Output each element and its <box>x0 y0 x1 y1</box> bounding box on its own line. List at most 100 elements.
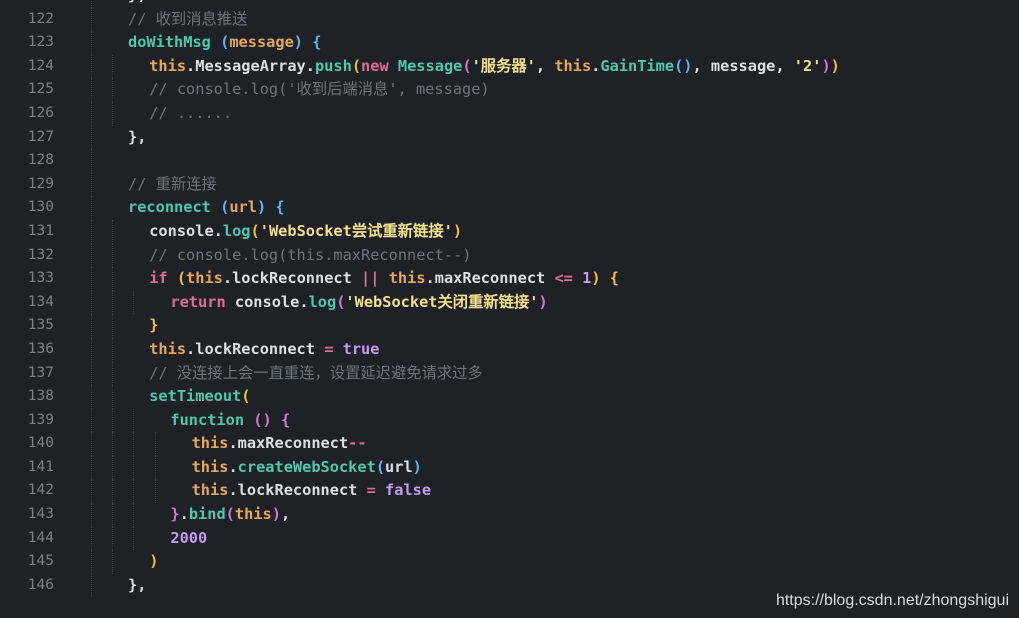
code-line[interactable]: 139 function () { <box>0 408 1019 433</box>
line-number: 127 <box>27 128 54 145</box>
token-b1: ) <box>591 269 601 288</box>
indent-guide <box>112 290 114 315</box>
indent-guide <box>91 408 92 433</box>
indent-guide <box>91 125 92 150</box>
token-pl: .MessageArray. <box>186 56 315 75</box>
line-number: 133 <box>27 270 54 287</box>
code-line[interactable]: 130 reconnect (url) { <box>0 196 1019 220</box>
watermark: https://blog.csdn.net/zhongshigui <box>775 592 1009 609</box>
code-line[interactable]: 132 // console.log(this.maxReconnect--) <box>0 243 1019 268</box>
code-text: setTimeout( <box>149 385 250 409</box>
code-line[interactable]: 145) <box>0 550 1019 574</box>
token-com: // ...... <box>149 103 233 122</box>
indent-guide <box>91 479 92 504</box>
token-com: // 收到消息推送 <box>128 9 248 28</box>
token-this: this <box>149 339 187 358</box>
indent-guide <box>133 526 135 551</box>
indent-guide <box>133 503 135 527</box>
indent-guide <box>112 361 114 386</box>
indent-guide <box>112 526 114 551</box>
indent-guide <box>112 503 114 527</box>
indent-guide <box>112 432 114 456</box>
code-line[interactable]: 129 // 重新连接 <box>0 172 1019 197</box>
code-line[interactable]: 131 console.log('WebSocket尝试重新链接') <box>0 219 1019 244</box>
code-line[interactable]: 125 // console.log('收到后端消息', message) <box>0 78 1019 102</box>
indent-guide <box>91 149 92 173</box>
line-number: 130 <box>27 199 54 216</box>
token-str: 'WebSocket关闭重新链接' <box>345 292 539 311</box>
token-pl: }, <box>128 127 147 146</box>
token-op: = <box>366 481 376 500</box>
code-line[interactable]: 128 <box>0 149 1019 173</box>
code-line[interactable]: 141 this.createWebSocket(url) <box>0 455 1019 480</box>
token-fn: setTimeout <box>149 387 242 406</box>
token-pl: .lockReconnect <box>228 481 367 500</box>
indent-guide <box>91 361 92 386</box>
code-line[interactable]: 136 this.lockReconnect = true <box>0 337 1019 362</box>
code-line[interactable]: 134 return console.log('WebSocket关闭重新链接') <box>0 290 1019 315</box>
line-number: 136 <box>27 340 54 357</box>
token-b3: { <box>275 198 285 217</box>
indent-guide <box>112 337 114 362</box>
code-text: // 没连接上会一直重连，设置延迟避免请求过多 <box>149 362 483 386</box>
token-this: this <box>234 505 272 524</box>
token-this: this <box>191 457 229 476</box>
token-pl: .lockReconnect <box>222 269 362 288</box>
token-fn: function <box>170 410 245 429</box>
token-b1: ( <box>351 56 362 75</box>
token-fn: GainTime <box>600 56 675 75</box>
line-number: 142 <box>27 482 54 499</box>
line-number: 132 <box>27 246 54 263</box>
indent-guide <box>91 526 92 551</box>
indent-guide <box>91 337 92 362</box>
code-line[interactable]: 122 // 收到消息推送 <box>0 7 1019 32</box>
token-b2: } <box>170 505 180 524</box>
indent-guide <box>91 432 92 456</box>
indent-guide <box>133 479 135 504</box>
code-line[interactable]: 137 // 没连接上会一直重连，设置延迟避免请求过多 <box>0 361 1019 386</box>
code-line[interactable]: 124 this.MessageArray.push(new Message('服… <box>0 54 1019 79</box>
line-number: 135 <box>27 317 54 334</box>
code-line[interactable]: 142 this.lockReconnect = false <box>0 479 1019 504</box>
code-line[interactable]: 127}, <box>0 125 1019 150</box>
indent-guide <box>154 432 156 456</box>
code-text: this.MessageArray.push(new Message('服务器'… <box>149 55 840 79</box>
token-bool: false <box>385 481 432 500</box>
token-b2: ( <box>462 56 472 75</box>
code-line[interactable]: 121}, <box>0 0 1019 8</box>
token-b2: () <box>253 410 272 429</box>
line-number: 125 <box>27 81 54 98</box>
indent-guide <box>91 78 92 102</box>
code-line[interactable]: 143}.bind(this), <box>0 503 1019 527</box>
token-b2: ) <box>821 56 831 75</box>
code-text: } <box>149 314 158 338</box>
code-line[interactable]: 140 this.maxReconnect-- <box>0 432 1019 456</box>
code-editor[interactable]: 121}, 122 // 收到消息推送 123 doWithMsg (message) … <box>0 0 1019 598</box>
indent-guide <box>91 219 92 244</box>
code-text: this.maxReconnect-- <box>192 432 367 456</box>
line-number: 131 <box>27 222 54 239</box>
token-fn: doWithMsg <box>128 33 211 52</box>
indent-guide <box>91 31 92 55</box>
token-key: new <box>361 56 389 75</box>
code-text: // 重新连接 <box>128 173 217 197</box>
indent-guide <box>112 479 114 504</box>
code-line[interactable]: 138 setTimeout( <box>0 385 1019 409</box>
token-str: '2' <box>793 56 822 75</box>
token-this: this <box>191 434 229 453</box>
code-line[interactable]: 126 // ...... <box>0 101 1019 126</box>
code-line[interactable]: 133 if (this.lockReconnect || this.maxRec… <box>0 267 1019 291</box>
code-line[interactable]: 123 doWithMsg (message) { <box>0 31 1019 55</box>
code-line[interactable]: 144 2000 <box>0 526 1019 551</box>
token-com: // 没连接上会一直重连，设置延迟避免请求过多 <box>149 363 483 382</box>
indent-guide <box>133 432 135 456</box>
code-text: if (this.lockReconnect || this.maxReconn… <box>149 267 619 291</box>
token-b2: ) <box>538 292 548 311</box>
code-text: }.bind(this), <box>170 503 290 527</box>
code-line[interactable]: 135} <box>0 314 1019 338</box>
line-number: 141 <box>27 458 54 475</box>
token-pl: console. <box>149 221 223 240</box>
